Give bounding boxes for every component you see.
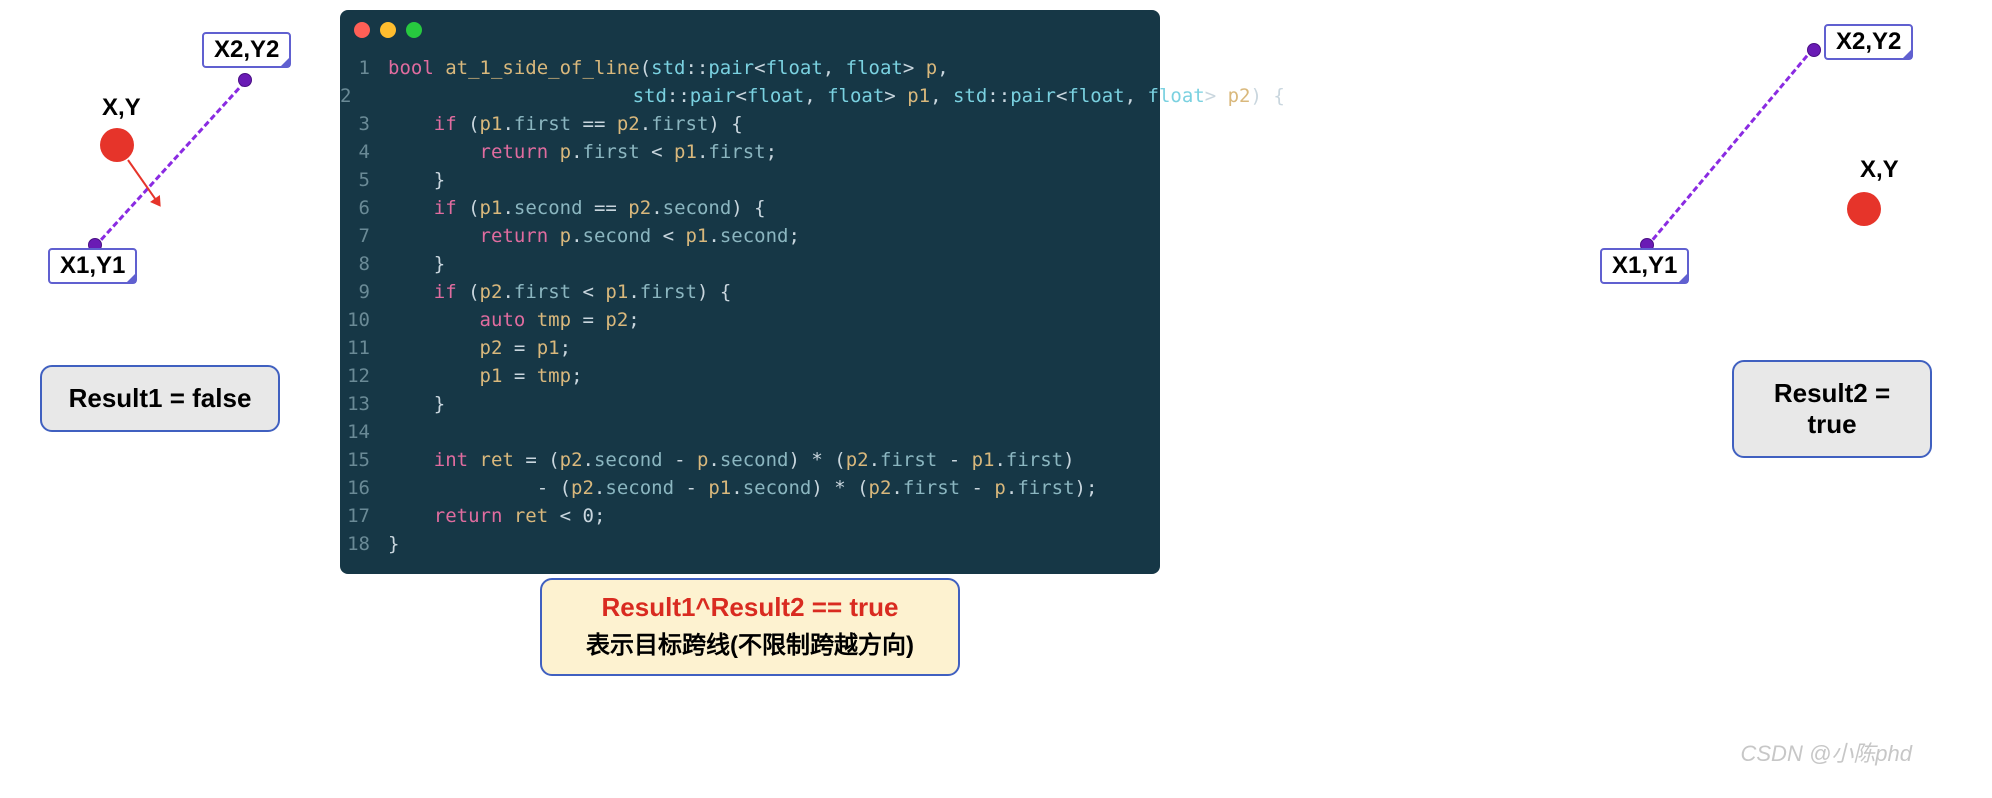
code-line: 12 p1 = tmp; [340, 362, 1160, 390]
code-line: 17 return ret < 0; [340, 502, 1160, 530]
point-p2 [1807, 43, 1821, 57]
code-line: 1bool at_1_side_of_line(std::pair<float,… [340, 54, 1160, 82]
close-icon[interactable] [354, 22, 370, 38]
code-line: 18} [340, 530, 1160, 558]
diagram-right: X2,Y2 X,Y X1,Y1 [1592, 20, 1932, 300]
arrow-p-to-line [127, 159, 160, 205]
code-line: 13 } [340, 390, 1160, 418]
window-controls [340, 10, 1160, 50]
result1-box: Result1 = false [40, 365, 280, 432]
minimize-icon[interactable] [380, 22, 396, 38]
code-line: 6 if (p1.second == p2.second) { [340, 194, 1160, 222]
code-line: 4 return p.first < p1.first; [340, 138, 1160, 166]
code-line: 3 if (p1.first == p2.first) { [340, 110, 1160, 138]
code-line: 2 std::pair<float, float> p1, std::pair<… [340, 82, 1160, 110]
code-line: 5 } [340, 166, 1160, 194]
diagram-left: X2,Y2 X,Y X1,Y1 [40, 20, 320, 300]
code-body: 1bool at_1_side_of_line(std::pair<float,… [340, 50, 1160, 562]
code-line: 14 [340, 418, 1160, 446]
result2-box: Result2 = true [1732, 360, 1932, 458]
summary-line1: Result1^Result2 == true [560, 592, 940, 623]
label-p2: X2,Y2 [1824, 24, 1913, 60]
result1-text: Result1 = false [69, 383, 252, 413]
code-line: 15 int ret = (p2.second - p.second) * (p… [340, 446, 1160, 474]
line-segment [1646, 48, 1814, 248]
code-line: 11 p2 = p1; [340, 334, 1160, 362]
label-p1: X1,Y1 [48, 248, 137, 284]
point-p [100, 128, 134, 162]
summary-line2: 表示目标跨线(不限制跨越方向) [560, 625, 940, 660]
point-p2 [238, 73, 252, 87]
label-p: X,Y [1850, 154, 1909, 186]
code-line: 7 return p.second < p1.second; [340, 222, 1160, 250]
point-p [1847, 192, 1881, 226]
result2-text-l1: Result2 = [1774, 378, 1890, 408]
code-line: 9 if (p2.first < p1.first) { [340, 278, 1160, 306]
code-line: 10 auto tmp = p2; [340, 306, 1160, 334]
label-p1: X1,Y1 [1600, 248, 1689, 284]
result2-text-l2: true [1807, 409, 1856, 439]
code-panel: 1bool at_1_side_of_line(std::pair<float,… [340, 10, 1160, 574]
page-root: X2,Y2 X,Y X1,Y1 Result1 = false 1bool at… [0, 0, 1992, 798]
label-p2: X2,Y2 [202, 32, 291, 68]
maximize-icon[interactable] [406, 22, 422, 38]
code-line: 8 } [340, 250, 1160, 278]
summary-box: Result1^Result2 == true 表示目标跨线(不限制跨越方向) [540, 578, 960, 676]
watermark: CSDN @小陈phd [1741, 736, 1913, 768]
code-line: 16 - (p2.second - p1.second) * (p2.first… [340, 474, 1160, 502]
label-p: X,Y [92, 92, 151, 124]
